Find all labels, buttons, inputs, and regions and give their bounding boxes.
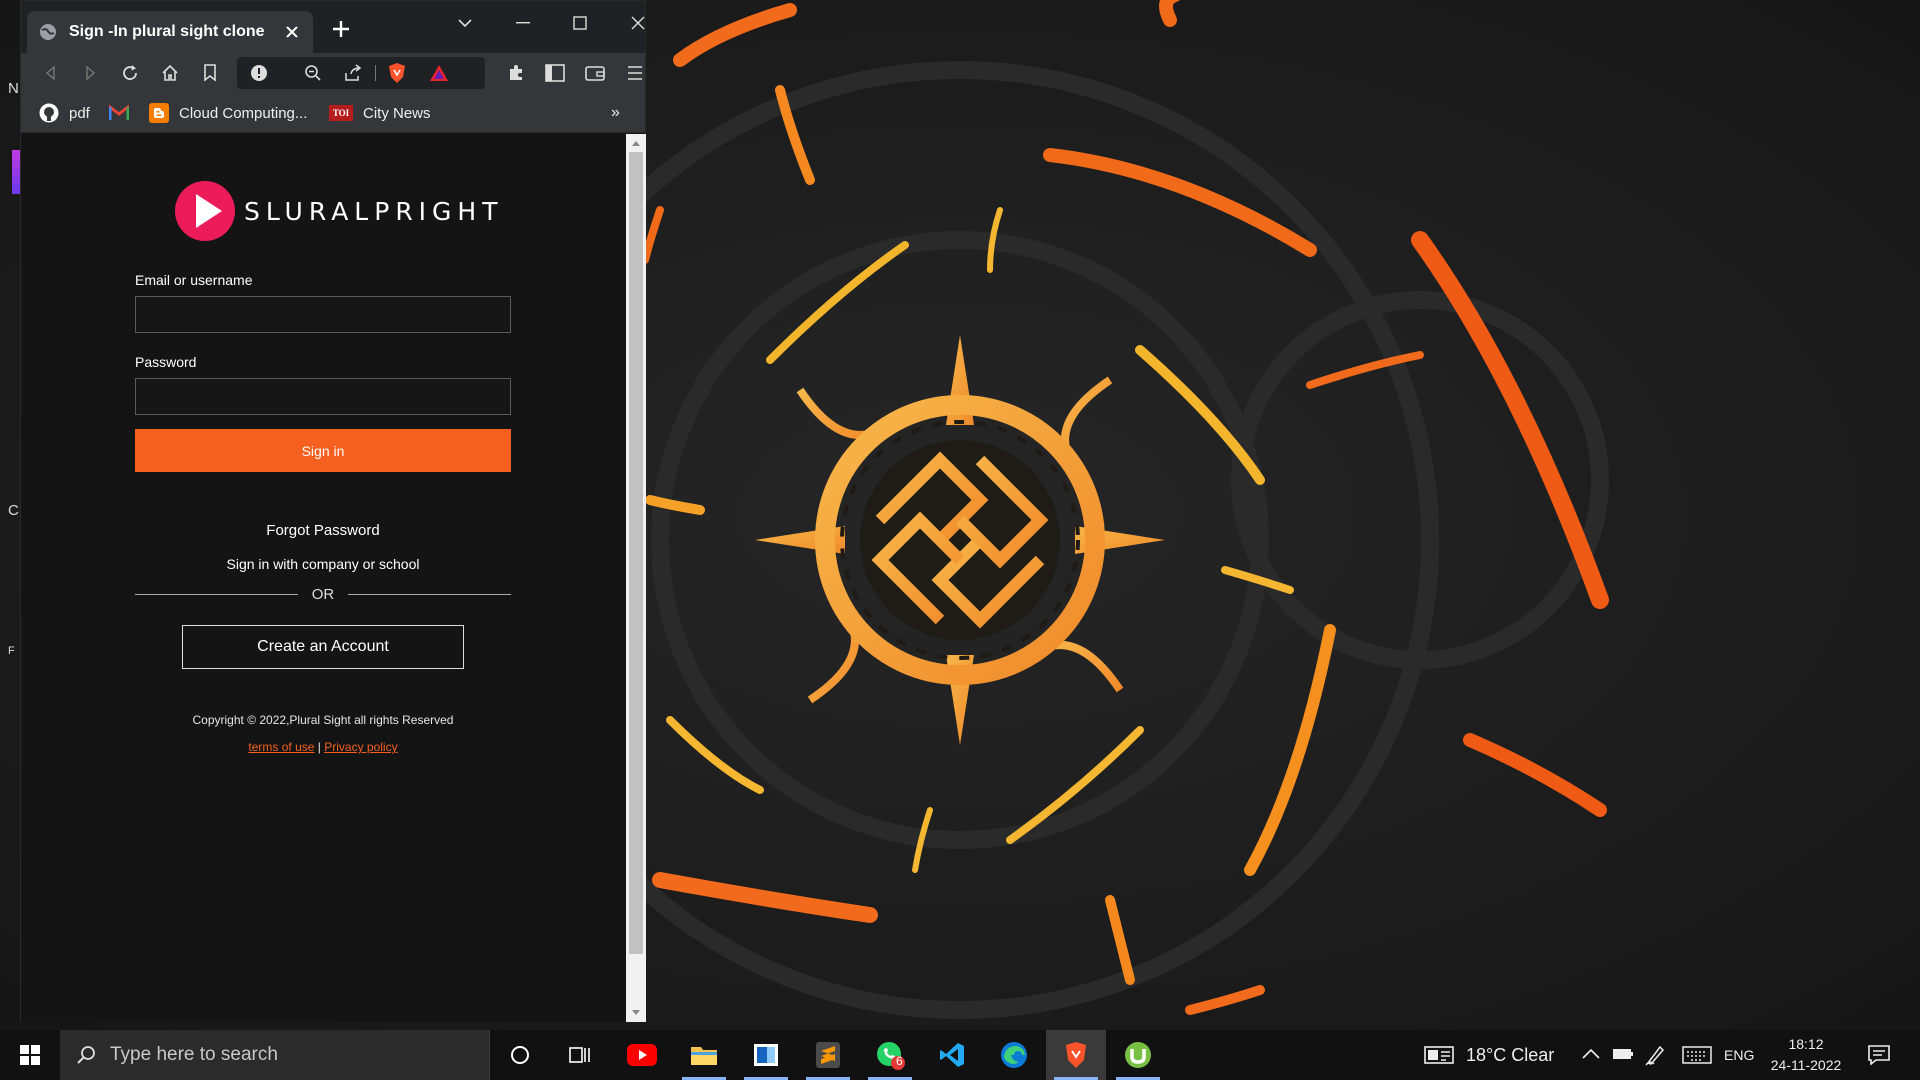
whatsapp-icon[interactable]: 6 bbox=[860, 1030, 920, 1080]
youtube-icon[interactable] bbox=[612, 1030, 672, 1080]
windows-start-icon[interactable] bbox=[0, 1030, 60, 1080]
sign-in-button[interactable]: Sign in bbox=[135, 429, 511, 472]
bookmark-item[interactable]: TOI City News bbox=[329, 101, 431, 125]
wallet-icon[interactable] bbox=[583, 61, 607, 85]
bookmark-item[interactable]: pdf bbox=[39, 101, 90, 125]
utorrent-icon[interactable] bbox=[1108, 1030, 1168, 1080]
email-label: Email or username bbox=[135, 272, 253, 288]
reload-icon[interactable] bbox=[118, 61, 142, 85]
company-sign-in-link[interactable]: Sign in with company or school bbox=[135, 556, 511, 572]
terms-of-use-link[interactable]: terms of use bbox=[248, 740, 314, 754]
close-tab-icon[interactable] bbox=[283, 23, 301, 41]
task-view-icon[interactable] bbox=[550, 1030, 610, 1080]
vscode-icon[interactable] bbox=[922, 1030, 982, 1080]
blogger-icon bbox=[149, 103, 169, 123]
title-bar: Sign -In plural sight clone bbox=[21, 1, 645, 53]
taskbar-search-box[interactable]: Type here to search bbox=[60, 1030, 490, 1080]
brand-name: SLURALPRIGHT bbox=[244, 196, 504, 226]
back-icon[interactable] bbox=[39, 61, 63, 85]
minimize-icon[interactable] bbox=[505, 9, 541, 37]
extensions-puzzle-icon[interactable] bbox=[504, 61, 528, 85]
notification-center-icon[interactable] bbox=[1868, 1045, 1890, 1065]
clock[interactable]: 18:12 24-11-2022 bbox=[1764, 1034, 1848, 1076]
github-icon bbox=[39, 103, 59, 123]
sidebar-icon[interactable] bbox=[543, 61, 567, 85]
brave-rewards-icon[interactable] bbox=[427, 61, 451, 85]
weather-text[interactable]: 18°C Clear bbox=[1466, 1030, 1554, 1080]
browser-toolbar bbox=[21, 53, 645, 93]
legal-separator: | bbox=[317, 740, 321, 754]
toi-icon: TOI bbox=[329, 105, 353, 121]
brand-logo: SLURALPRIGHT bbox=[174, 178, 504, 244]
bookmarks-overflow-button[interactable]: » bbox=[611, 101, 620, 125]
bookmark-label: City News bbox=[363, 104, 431, 122]
notes-app-icon[interactable] bbox=[736, 1030, 796, 1080]
whatsapp-badge: 6 bbox=[896, 1054, 903, 1068]
weather-icon[interactable] bbox=[1424, 1045, 1454, 1065]
globe-icon bbox=[40, 24, 56, 40]
desktop-icon-label: N bbox=[8, 80, 19, 97]
bookmark-item[interactable] bbox=[109, 101, 139, 125]
legal-links: terms of use | Privacy policy bbox=[135, 740, 511, 754]
scrollbar-thumb[interactable] bbox=[629, 152, 643, 954]
email-field[interactable] bbox=[135, 296, 511, 333]
bookmark-label: Cloud Computing... bbox=[179, 104, 308, 122]
clock-date: 24-11-2022 bbox=[1770, 1057, 1842, 1073]
tab-title: Sign -In plural sight clone bbox=[69, 23, 265, 40]
browser-tab[interactable]: Sign -In plural sight clone bbox=[27, 11, 313, 53]
bookmarks-bar: pdf Cloud Computing... TOI City News » bbox=[21, 93, 645, 133]
show-hidden-icons-chevron-up-icon[interactable] bbox=[1582, 1048, 1600, 1060]
divider-line bbox=[348, 593, 511, 595]
taskbar: Type here to search 6 18°C Clear ENG 18:… bbox=[0, 1030, 1920, 1080]
sublime-text-icon[interactable] bbox=[798, 1030, 858, 1080]
forgot-password-link[interactable]: Forgot Password bbox=[135, 522, 511, 539]
search-placeholder: Type here to search bbox=[110, 1044, 278, 1065]
bookmark-item[interactable]: Cloud Computing... bbox=[149, 101, 307, 125]
bookmark-label: pdf bbox=[69, 104, 90, 122]
play-logo-icon bbox=[175, 181, 235, 241]
tab-search-chevron-down-icon[interactable] bbox=[447, 9, 483, 37]
or-divider: OR bbox=[135, 584, 511, 604]
privacy-policy-link[interactable]: Privacy policy bbox=[324, 740, 397, 754]
home-icon[interactable] bbox=[158, 61, 182, 85]
toolbar-divider bbox=[375, 65, 376, 81]
page-viewport: SLURALPRIGHT Email or username Password … bbox=[21, 134, 626, 1022]
battery-icon[interactable] bbox=[1612, 1046, 1634, 1062]
zoom-out-icon[interactable] bbox=[301, 61, 325, 85]
pen-icon[interactable] bbox=[1645, 1044, 1665, 1066]
bookmark-icon[interactable] bbox=[198, 61, 222, 85]
desktop-icon[interactable] bbox=[12, 150, 20, 194]
or-label: OR bbox=[311, 585, 335, 603]
desktop-icon-label: C bbox=[8, 502, 19, 519]
touch-keyboard-icon[interactable] bbox=[1682, 1045, 1712, 1065]
file-explorer-icon[interactable] bbox=[674, 1030, 734, 1080]
password-label: Password bbox=[135, 354, 197, 370]
language-indicator[interactable]: ENG bbox=[1724, 1030, 1754, 1080]
clock-time: 18:12 bbox=[1788, 1036, 1824, 1052]
scroll-up-arrow-icon[interactable] bbox=[630, 137, 642, 149]
site-info-icon[interactable] bbox=[247, 61, 271, 85]
close-window-icon[interactable] bbox=[620, 9, 656, 37]
search-icon bbox=[77, 1046, 95, 1064]
copyright-text: Copyright © 2022,Plural Sight all rights… bbox=[192, 713, 454, 727]
share-icon[interactable] bbox=[341, 61, 365, 85]
cortana-icon[interactable] bbox=[490, 1030, 550, 1080]
vertical-scrollbar[interactable] bbox=[626, 134, 646, 1022]
menu-icon[interactable] bbox=[623, 61, 647, 85]
desktop-icon-label: F bbox=[8, 645, 15, 657]
scroll-down-arrow-icon[interactable] bbox=[630, 1007, 642, 1019]
new-tab-icon[interactable] bbox=[329, 17, 353, 41]
maximize-icon[interactable] bbox=[562, 9, 598, 37]
brave-shields-icon[interactable] bbox=[385, 61, 409, 85]
browser-window: Sign -In plural sight clone pdf Cloud Co… bbox=[20, 0, 646, 1022]
address-bar[interactable] bbox=[237, 57, 485, 89]
brave-browser-icon[interactable] bbox=[1046, 1030, 1106, 1080]
divider-line bbox=[135, 593, 298, 595]
gmail-icon bbox=[109, 103, 129, 123]
edge-icon[interactable] bbox=[984, 1030, 1044, 1080]
password-field[interactable] bbox=[135, 378, 511, 415]
create-account-button[interactable]: Create an Account bbox=[182, 625, 464, 669]
forward-icon[interactable] bbox=[78, 61, 102, 85]
